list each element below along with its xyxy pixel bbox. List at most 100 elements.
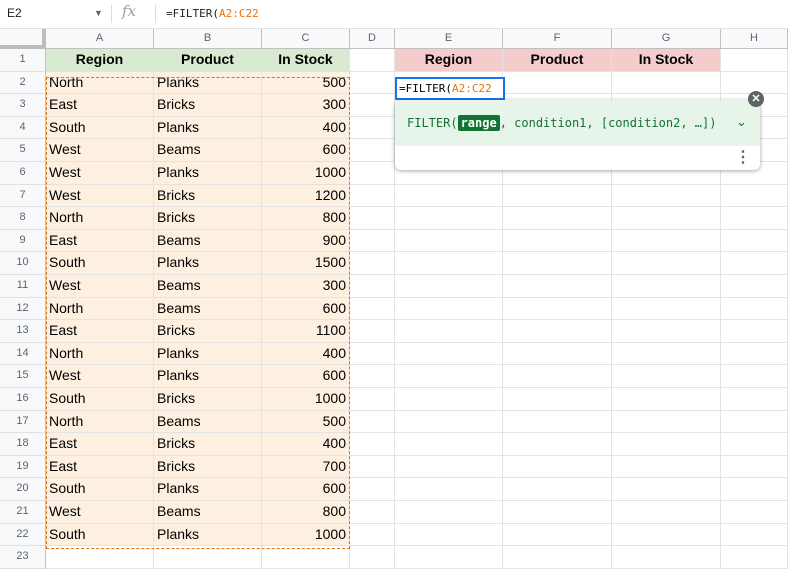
row-header-9[interactable]: 9 bbox=[0, 229, 46, 253]
grid-cell[interactable] bbox=[721, 297, 788, 321]
grid-cell[interactable] bbox=[721, 207, 788, 230]
data-cell[interactable]: 600 bbox=[262, 139, 350, 162]
grid-cell[interactable] bbox=[503, 388, 612, 411]
data-cell[interactable]: West bbox=[46, 501, 154, 524]
grid-cell[interactable] bbox=[612, 252, 721, 275]
data-cell[interactable]: Planks bbox=[154, 365, 262, 388]
data-cell[interactable]: 600 bbox=[262, 478, 350, 501]
grid-cell[interactable] bbox=[503, 433, 612, 456]
data-cell[interactable]: Planks bbox=[154, 342, 262, 366]
data-cell[interactable]: South bbox=[46, 478, 154, 501]
data-cell[interactable]: South bbox=[46, 116, 154, 140]
data-cell[interactable]: North bbox=[46, 342, 154, 366]
formula-help-header[interactable]: FILTER(range, condition1, [condition2, …… bbox=[395, 100, 760, 146]
data-cell[interactable]: Planks bbox=[154, 71, 262, 95]
data-cell[interactable]: East bbox=[46, 229, 154, 253]
grid-cell[interactable] bbox=[350, 478, 395, 501]
grid-cell[interactable] bbox=[612, 455, 721, 479]
grid-cell[interactable] bbox=[612, 433, 721, 456]
row-header-15[interactable]: 15 bbox=[0, 365, 46, 388]
grid-cell[interactable] bbox=[503, 320, 612, 343]
row-header-17[interactable]: 17 bbox=[0, 410, 46, 434]
grid-cell[interactable] bbox=[395, 207, 503, 230]
grid-cell[interactable] bbox=[350, 501, 395, 524]
grid-cell[interactable] bbox=[350, 523, 395, 547]
data-cell[interactable]: 500 bbox=[262, 71, 350, 95]
grid-cell[interactable] bbox=[503, 546, 612, 569]
row-header-22[interactable]: 22 bbox=[0, 523, 46, 547]
data-cell[interactable]: South bbox=[46, 523, 154, 547]
column-header-g[interactable]: G bbox=[612, 29, 721, 49]
data-cell[interactable]: 600 bbox=[262, 297, 350, 321]
data-cell[interactable]: 1100 bbox=[262, 320, 350, 343]
grid-cell[interactable] bbox=[612, 365, 721, 388]
grid-cell[interactable] bbox=[721, 342, 788, 366]
grid-cell[interactable] bbox=[721, 501, 788, 524]
row-header-13[interactable]: 13 bbox=[0, 320, 46, 343]
grid-cell[interactable] bbox=[721, 546, 788, 569]
data-cell[interactable]: West bbox=[46, 184, 154, 208]
data-cell[interactable]: East bbox=[46, 455, 154, 479]
grid-cell[interactable] bbox=[395, 410, 503, 434]
data-cell[interactable]: Bricks bbox=[154, 455, 262, 479]
grid-cell[interactable] bbox=[350, 342, 395, 366]
grid-cell[interactable] bbox=[612, 388, 721, 411]
grid-cell[interactable] bbox=[350, 455, 395, 479]
grid-cell[interactable] bbox=[612, 410, 721, 434]
row-header-8[interactable]: 8 bbox=[0, 207, 46, 230]
grid-cell[interactable] bbox=[721, 320, 788, 343]
data-cell[interactable]: Bricks bbox=[154, 207, 262, 230]
data-cell[interactable]: West bbox=[46, 365, 154, 388]
grid-cell[interactable] bbox=[395, 275, 503, 298]
grid-cell[interactable] bbox=[350, 49, 395, 72]
row-header-20[interactable]: 20 bbox=[0, 478, 46, 501]
grid-cell[interactable] bbox=[721, 523, 788, 547]
grid-cell[interactable] bbox=[350, 388, 395, 411]
grid-cell[interactable] bbox=[395, 455, 503, 479]
data-cell[interactable]: 1000 bbox=[262, 523, 350, 547]
data-cell[interactable]: Planks bbox=[154, 478, 262, 501]
grid-cell[interactable] bbox=[395, 546, 503, 569]
data-cell[interactable]: Bricks bbox=[154, 94, 262, 117]
grid-cell[interactable] bbox=[721, 388, 788, 411]
data-cell[interactable]: Planks bbox=[154, 252, 262, 275]
select-all-corner[interactable] bbox=[0, 29, 46, 49]
grid-cell[interactable] bbox=[503, 297, 612, 321]
grid-cell[interactable] bbox=[721, 49, 788, 72]
grid-cell[interactable] bbox=[350, 433, 395, 456]
grid-cell[interactable] bbox=[503, 207, 612, 230]
row-header-21[interactable]: 21 bbox=[0, 501, 46, 524]
grid-cell[interactable] bbox=[503, 365, 612, 388]
grid-cell[interactable] bbox=[395, 365, 503, 388]
data-cell[interactable]: Bricks bbox=[154, 320, 262, 343]
data-cell[interactable]: North bbox=[46, 410, 154, 434]
data-cell[interactable]: 800 bbox=[262, 207, 350, 230]
grid-cell[interactable] bbox=[350, 116, 395, 140]
source-header-cell[interactable]: In Stock bbox=[262, 49, 350, 72]
grid-cell[interactable] bbox=[350, 71, 395, 95]
row-header-19[interactable]: 19 bbox=[0, 455, 46, 479]
column-header-a[interactable]: A bbox=[46, 29, 154, 49]
grid-cell[interactable] bbox=[350, 207, 395, 230]
grid-cell[interactable] bbox=[721, 478, 788, 501]
grid-cell[interactable] bbox=[612, 229, 721, 253]
grid-cell[interactable] bbox=[262, 546, 350, 569]
row-header-23[interactable]: 23 bbox=[0, 546, 46, 569]
data-cell[interactable]: North bbox=[46, 297, 154, 321]
grid-cell[interactable] bbox=[395, 320, 503, 343]
grid-cell[interactable] bbox=[395, 229, 503, 253]
data-cell[interactable]: East bbox=[46, 320, 154, 343]
grid-cell[interactable] bbox=[350, 320, 395, 343]
data-cell[interactable]: 500 bbox=[262, 410, 350, 434]
data-cell[interactable]: South bbox=[46, 388, 154, 411]
row-header-16[interactable]: 16 bbox=[0, 388, 46, 411]
close-icon[interactable]: ✕ bbox=[748, 91, 764, 107]
column-header-d[interactable]: D bbox=[350, 29, 395, 49]
data-cell[interactable]: West bbox=[46, 162, 154, 185]
grid-cell[interactable] bbox=[350, 275, 395, 298]
data-cell[interactable]: South bbox=[46, 252, 154, 275]
chevron-down-icon[interactable]: ⌄ bbox=[736, 114, 747, 130]
data-cell[interactable]: 300 bbox=[262, 275, 350, 298]
grid-cell[interactable] bbox=[350, 365, 395, 388]
grid-cell[interactable] bbox=[350, 252, 395, 275]
